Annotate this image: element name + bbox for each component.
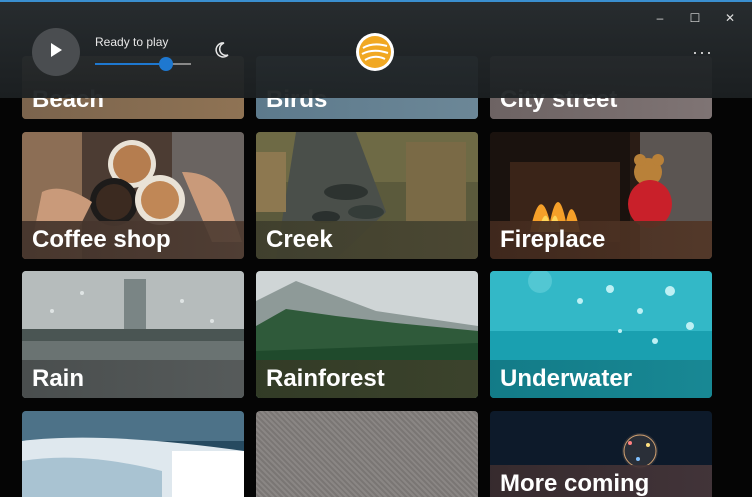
- more-icon[interactable]: ···: [692, 42, 713, 63]
- tile-fireplace[interactable]: Fireplace: [490, 132, 712, 259]
- play-button[interactable]: [32, 28, 80, 76]
- minimize-button[interactable]: –: [650, 10, 670, 26]
- play-icon: [49, 42, 63, 63]
- tile-label: Underwater: [490, 360, 712, 398]
- noise-image: [256, 411, 478, 497]
- tile-label: Fireplace: [490, 221, 712, 259]
- volume-slider[interactable]: [95, 57, 191, 71]
- tile-label: Rain: [22, 360, 244, 398]
- close-button[interactable]: ✕: [720, 10, 740, 26]
- tile-label: Creek: [256, 221, 478, 259]
- tile-coffee-shop[interactable]: Coffee shop: [22, 132, 244, 259]
- status-text: Ready to play: [95, 35, 169, 49]
- tile-rain[interactable]: Rain: [22, 271, 244, 398]
- tile-more-coming[interactable]: More coming: [490, 411, 712, 497]
- tile-label: Rainforest: [256, 360, 478, 398]
- volume-fill: [95, 63, 167, 65]
- app-window: Beach Birds City street Coffee shop Cree…: [0, 0, 752, 497]
- waterfall-image: [22, 411, 244, 497]
- tile-label: Coffee shop: [22, 221, 244, 259]
- tile-waterfall[interactable]: [22, 411, 244, 497]
- tile-rainforest[interactable]: Rainforest: [256, 271, 478, 398]
- tile-label: More coming: [490, 465, 712, 497]
- maximize-button[interactable]: ☐: [685, 10, 705, 26]
- tile-noise[interactable]: [256, 411, 478, 497]
- app-logo-icon: [355, 32, 395, 72]
- player-bar: Ready to play ··· – ☐ ✕: [0, 2, 752, 98]
- tile-underwater[interactable]: Underwater: [490, 271, 712, 398]
- tile-creek[interactable]: Creek: [256, 132, 478, 259]
- moon-icon[interactable]: [212, 40, 232, 60]
- volume-thumb[interactable]: [159, 57, 174, 71]
